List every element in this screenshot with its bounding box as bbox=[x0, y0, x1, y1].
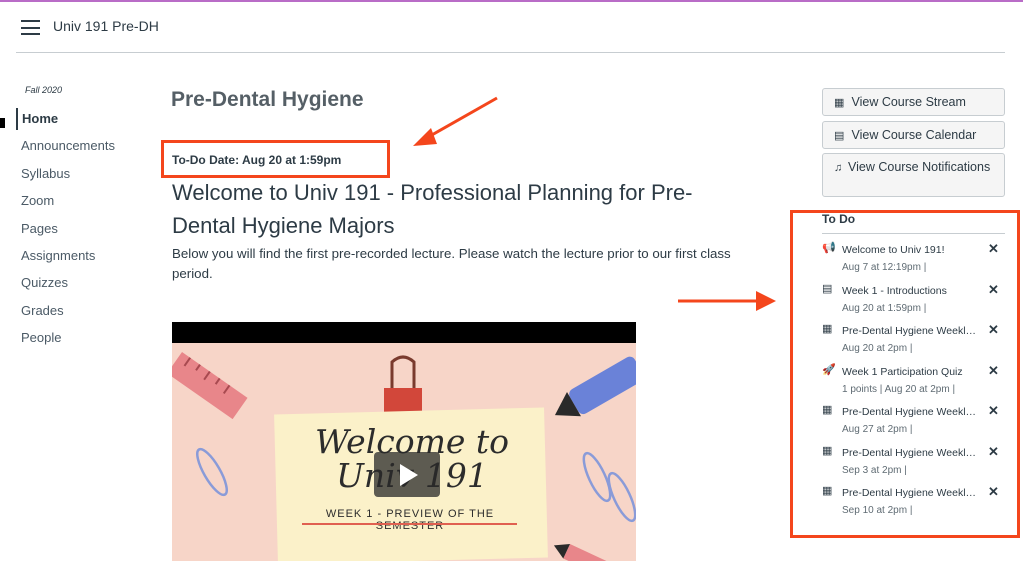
nav-item-people[interactable]: People bbox=[16, 327, 136, 354]
hamburger-menu-icon[interactable] bbox=[21, 20, 40, 35]
arrow-to-todo-list bbox=[678, 291, 776, 311]
video-subtitle-underline bbox=[302, 523, 517, 525]
header-divider bbox=[16, 52, 1005, 53]
nav-item-quizzes[interactable]: Quizzes bbox=[16, 272, 136, 299]
lecture-video[interactable]: Welcome to Univ 191 WEEK 1 - PREVIEW OF … bbox=[172, 322, 636, 561]
view-course-stream-label: View Course Stream bbox=[851, 95, 966, 109]
nav-item-announcements[interactable]: Announcements bbox=[16, 135, 136, 162]
term-label: Fall 2020 bbox=[25, 85, 63, 95]
todo-date-highlight-box bbox=[161, 140, 390, 178]
video-subtitle: WEEK 1 - PREVIEW OF THE SEMESTER bbox=[325, 508, 495, 532]
intro-text: Below you will find the first pre-record… bbox=[172, 246, 731, 281]
chart-icon: ▦ bbox=[834, 97, 845, 109]
view-course-notifications-label: View Course Notifications bbox=[848, 160, 991, 174]
todo-highlight-box bbox=[790, 210, 1020, 538]
bell-icon: ♫ bbox=[834, 162, 843, 174]
nav-item-home[interactable]: Home bbox=[16, 108, 136, 130]
nav-item-syllabus[interactable]: Syllabus bbox=[16, 163, 136, 190]
header: Univ 191 Pre-DH bbox=[0, 2, 1023, 52]
view-course-notifications-button[interactable]: ♫ View Course Notifications bbox=[822, 153, 1005, 197]
side-marker bbox=[0, 118, 5, 128]
view-course-stream-button[interactable]: ▦ View Course Stream bbox=[822, 88, 1005, 116]
arrow-to-todo-date bbox=[413, 96, 498, 146]
welcome-heading: Welcome to Univ 191 - Professional Plann… bbox=[172, 180, 693, 238]
marker-shape bbox=[569, 356, 636, 415]
page-title: Pre-Dental Hygiene bbox=[171, 88, 364, 111]
view-course-calendar-label: View Course Calendar bbox=[851, 128, 977, 142]
view-course-calendar-button[interactable]: ▤ View Course Calendar bbox=[822, 121, 1005, 149]
ruler-shape bbox=[172, 352, 248, 420]
course-nav: Home Announcements Syllabus Zoom Pages A… bbox=[16, 108, 136, 355]
calendar-icon: ▤ bbox=[834, 130, 845, 142]
nav-item-grades[interactable]: Grades bbox=[16, 300, 136, 327]
nav-item-assignments[interactable]: Assignments bbox=[16, 245, 136, 272]
play-button[interactable] bbox=[374, 452, 440, 497]
nav-item-pages[interactable]: Pages bbox=[16, 218, 136, 245]
nav-item-zoom[interactable]: Zoom bbox=[16, 190, 136, 217]
course-title[interactable]: Univ 191 Pre-DH bbox=[53, 18, 159, 34]
